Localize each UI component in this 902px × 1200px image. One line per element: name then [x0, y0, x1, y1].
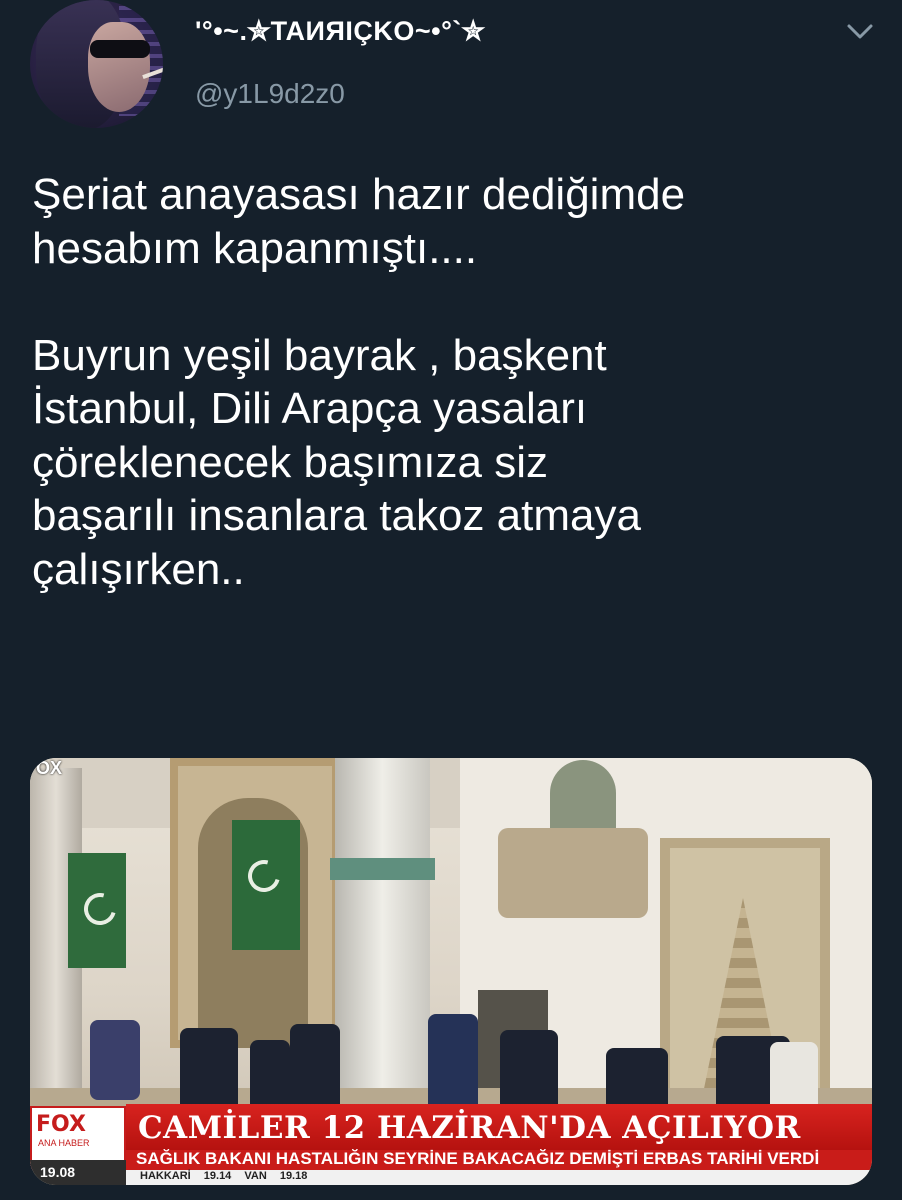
city-ticker: HAKKARİ 19.14 VAN 19.18 — [140, 1170, 308, 1182]
avatar[interactable] — [30, 0, 163, 128]
city-ticker-bar: HAKKARİ 19.14 VAN 19.18 — [126, 1170, 872, 1185]
news-headline-bar: CAMİLER 12 HAZİRAN'DA AÇILIYOR — [126, 1104, 872, 1150]
green-flag-icon — [232, 820, 300, 950]
tweet-media-image[interactable]: OX FOX ANA HABER 19.08 CAMİLER 12 HAZİRA… — [30, 758, 872, 1185]
mosque-window — [550, 760, 616, 830]
tweet-text: Şeriat anayasası hazır dediğimde hesabım… — [32, 170, 686, 594]
channel-program-label: ANA HABER — [38, 1138, 90, 1148]
mosque-balcony — [498, 828, 648, 918]
worshipper-figure — [180, 1028, 238, 1116]
clock-box: 19.08 — [30, 1160, 126, 1185]
display-name[interactable]: '°•~.✮TAИЯIÇKO~•°`✮ — [195, 16, 485, 47]
sunglasses-icon — [90, 40, 150, 58]
broadcast-clock: 19.08 — [40, 1164, 76, 1180]
chevron-down-icon[interactable] — [846, 22, 874, 42]
fox-logo: FOX — [36, 1112, 86, 1137]
avatar-face — [88, 22, 150, 112]
news-subheadline-bar: SAĞLIK BAKANI HASTALIĞIN SEYRİNE BAKACAĞ… — [126, 1149, 872, 1170]
news-subheadline: SAĞLIK BAKANI HASTALIĞIN SEYRİNE BAKACAĞ… — [136, 1149, 820, 1168]
user-handle[interactable]: @y1L9d2z0 — [195, 78, 345, 110]
channel-corner-logo: OX — [36, 758, 63, 778]
mosque-pillar-ring — [330, 858, 435, 880]
worshipper-figure — [90, 1020, 140, 1100]
news-headline: CAMİLER 12 HAZİRAN'DA AÇILIYOR — [138, 1110, 801, 1146]
mosque-pillar — [335, 758, 430, 1118]
green-flag-icon — [68, 853, 126, 968]
